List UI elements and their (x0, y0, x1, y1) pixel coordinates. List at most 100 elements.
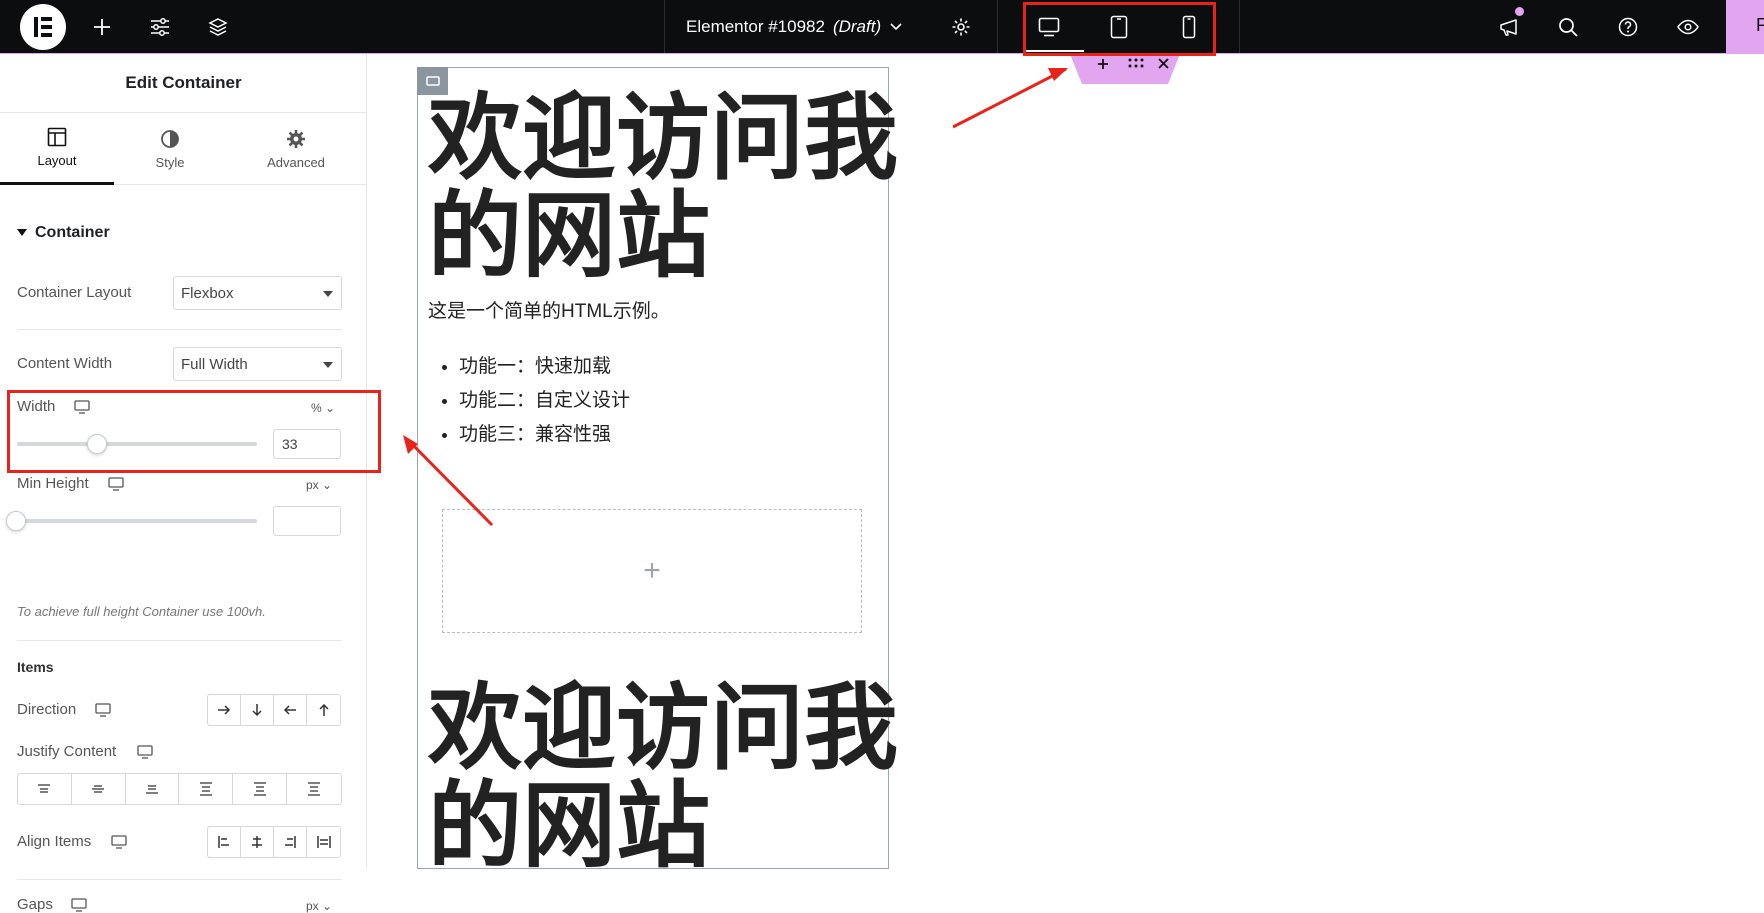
desktop-icon[interactable] (95, 703, 111, 717)
arrow-left-icon (283, 705, 296, 715)
separator (997, 0, 998, 54)
justify-start-button[interactable] (18, 774, 72, 804)
divider (17, 640, 342, 641)
justify-center-icon (92, 785, 105, 793)
heading-line-1-copy[interactable]: 欢迎访问我 (428, 680, 898, 778)
desktop-icon[interactable] (108, 477, 124, 491)
caret-down-icon (323, 362, 333, 368)
container-section-toggle[interactable]: Container (17, 224, 110, 242)
caret-down-icon (323, 291, 333, 297)
panel-title: Edit Container (0, 54, 367, 113)
divider (17, 879, 342, 880)
min-height-slider-track[interactable] (17, 519, 257, 523)
section-toolbar (1070, 54, 1180, 84)
justify-end-button[interactable] (126, 774, 180, 804)
desktop-icon[interactable] (71, 898, 87, 912)
min-height-hint: To achieve full height Container use 100… (17, 604, 266, 619)
plus-icon (94, 19, 110, 35)
direction-row-reverse-button[interactable] (274, 695, 307, 725)
justify-center-button[interactable] (72, 774, 126, 804)
direction-column-reverse-button[interactable] (307, 695, 340, 725)
chevron-down-icon (890, 23, 902, 31)
content-width-select[interactable]: Full Width (173, 347, 342, 381)
half-circle-icon (161, 129, 179, 148)
gaps-unit-select[interactable]: px ⌄ (306, 899, 332, 913)
document-name: Elementor #10982 (686, 17, 825, 36)
tab-advanced[interactable]: Advanced (240, 113, 352, 185)
justify-space-around-icon (253, 782, 266, 796)
align-stretch-icon (316, 836, 331, 848)
annotation-box-device-switcher (1023, 2, 1216, 56)
megaphone-icon (1500, 19, 1517, 36)
align-stretch-button[interactable] (307, 827, 340, 857)
help-button[interactable] (1615, 0, 1641, 54)
structure-button[interactable] (204, 0, 232, 54)
min-height-label: Min Height (17, 475, 89, 492)
direction-column-button[interactable] (241, 695, 274, 725)
desktop-icon[interactable] (137, 745, 153, 759)
annotation-box-width-control (7, 390, 381, 473)
direction-row-button[interactable] (208, 695, 241, 725)
close-icon (1158, 58, 1169, 69)
preview-button[interactable] (1675, 0, 1701, 54)
eye-icon (1677, 19, 1699, 35)
gaps-unit: px (306, 899, 319, 913)
justify-end-icon (146, 785, 159, 794)
container-layout-label: Container Layout (17, 284, 132, 301)
page-settings-button[interactable] (948, 0, 974, 54)
gear-icon (287, 129, 305, 148)
justify-content-button-group (17, 773, 342, 805)
arrow-right-icon (218, 705, 231, 715)
content-width-label: Content Width (17, 355, 113, 372)
section-title: Container (35, 224, 110, 241)
elementor-logo-icon (34, 17, 52, 37)
document-title[interactable]: Elementor #10982 (Draft) (686, 0, 903, 54)
tab-layout[interactable]: Layout (0, 113, 114, 185)
search-button[interactable] (1555, 0, 1581, 54)
layout-icon (47, 127, 67, 147)
container-layout-select[interactable]: Flexbox (173, 276, 342, 310)
site-settings-button[interactable] (146, 0, 174, 54)
add-section-button[interactable] (1097, 58, 1117, 78)
align-center-button[interactable] (241, 827, 274, 857)
justify-space-around-button[interactable] (233, 774, 288, 804)
delete-section-button[interactable] (1158, 58, 1178, 78)
min-height-slider-handle[interactable] (6, 511, 26, 531)
arrow-up-icon (318, 703, 329, 716)
justify-space-between-button[interactable] (179, 774, 234, 804)
elementor-logo-button[interactable] (20, 4, 66, 50)
justify-space-evenly-button[interactable] (287, 774, 341, 804)
heading-line-1[interactable]: 欢迎访问我 (428, 90, 898, 188)
sliders-icon (151, 18, 169, 36)
publish-button[interactable]: P (1726, 0, 1764, 54)
drag-section-handle[interactable] (1128, 58, 1148, 78)
desktop-icon[interactable] (111, 835, 127, 849)
feature-list[interactable]: 功能一：快速加载 功能二：自定义设计 功能三：兼容性强 (459, 350, 630, 452)
direction-button-group (207, 694, 341, 726)
gaps-label: Gaps (17, 896, 53, 913)
min-height-input[interactable] (273, 506, 341, 536)
tab-style[interactable]: Style (114, 113, 226, 185)
tab-layout-label: Layout (37, 153, 77, 168)
align-center-icon (252, 836, 262, 848)
add-element-dropzone[interactable]: + (442, 509, 862, 633)
justify-start-icon (38, 784, 51, 793)
publish-button-label: P (1756, 15, 1764, 35)
tab-style-label: Style (155, 154, 185, 170)
align-end-icon (285, 836, 296, 848)
content-width-value: Full Width (181, 355, 248, 373)
gear-icon (952, 18, 970, 36)
justify-space-evenly-icon (308, 782, 321, 796)
top-bar: Elementor #10982 (Draft) P (0, 0, 1764, 54)
plus-icon (1098, 59, 1108, 69)
align-start-icon (218, 836, 229, 848)
add-element-button[interactable] (88, 0, 116, 54)
align-start-button[interactable] (208, 827, 241, 857)
list-item: 功能一：快速加载 (459, 350, 630, 384)
heading-line-2-copy[interactable]: 的网站 (428, 778, 710, 876)
min-height-unit-select[interactable]: px ⌄ (306, 478, 332, 492)
items-heading: Items (17, 659, 54, 675)
heading-line-2[interactable]: 的网站 (428, 188, 710, 286)
paragraph[interactable]: 这是一个简单的HTML示例。 (428, 296, 670, 323)
align-end-button[interactable] (274, 827, 307, 857)
